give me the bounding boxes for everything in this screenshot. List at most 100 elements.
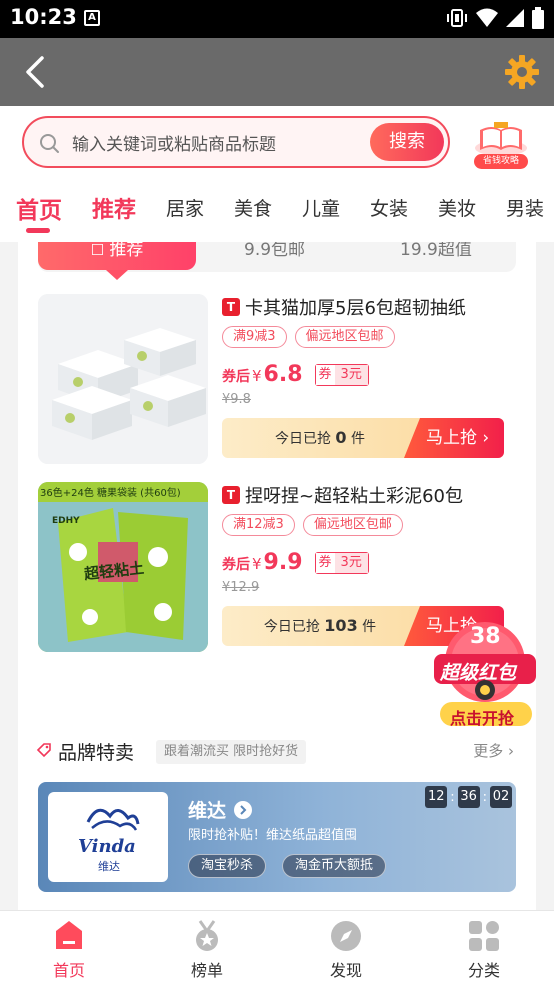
product-title[interactable]: T 卡其猫加厚5层6包超韧抽纸 [222,294,466,320]
brand-logo-text: Vinda [78,836,136,857]
tab-home-living[interactable]: 居家 [166,194,204,221]
medal-icon [196,920,218,951]
subtab-pointer [106,270,128,280]
image-badge: 36色+24色 糖果袋装 (共60包) [40,488,181,499]
shipping-tag: 偏远地区包邮 [294,326,395,348]
category-tabs: 首页 推荐 居家 美食 儿童 女装 美妆 男装 [0,178,554,242]
brand-description: 限时抢补贴！维达纸品超值囤 [188,828,358,843]
search-button[interactable]: 搜索 [370,123,444,161]
nav-home-label: 首页 [52,961,85,980]
original-price: ¥12.9 [222,580,260,595]
image-brand: EDHY [52,516,80,526]
product-card[interactable]: T 卡其猫加厚5层6包超韧抽纸 满9减3 偏远地区包邮 券后 ¥ 6.8 券 3… [38,294,516,464]
status-time: 10:23 [10,5,77,29]
price-prefix: 券后 [222,369,250,385]
red-packet-action: 点击开抢 [450,709,515,728]
nav-home[interactable]: 首页 [29,919,109,981]
coupon-badge: 券 3元 [314,363,369,386]
sold-count: 今日已抢 103 件 [222,606,418,646]
chip-taobao-flash[interactable]: 淘宝秒杀 [188,854,267,878]
sub-tabs: ☐ 推荐 9.9包邮 19.9超值 [38,242,516,280]
countdown-seconds: 02 [490,786,512,808]
product-image[interactable] [38,294,208,464]
subtab-recommend-label: 推荐 [109,242,144,260]
brand-logo-subtext: 维达 [98,860,120,873]
more-link[interactable]: 更多 › [473,740,514,761]
countdown-separator: : [482,789,487,805]
grid-icon [469,921,499,951]
product-title[interactable]: T 捏呀捏~超轻粘土彩泥60包 [222,482,463,508]
search-box[interactable]: 输入关键词或粘贴商品标题 搜索 [22,116,450,168]
promo-tag: 满12减3 [222,514,295,536]
product-image[interactable]: 36色+24色 糖果袋装 (共60包) EDHY 超轻粘土 [38,482,208,652]
coupon-key: 券 [315,364,335,385]
countdown-separator: : [450,789,455,805]
app-header [0,38,554,106]
sold-number: 0 [335,428,347,447]
savings-guide-label: 省钱攻略 [474,154,528,169]
tab-beauty[interactable]: 美妆 [438,194,476,221]
battery-icon [532,7,544,29]
brand-name[interactable]: 维达 [188,796,253,823]
chip-taojinbi[interactable]: 淘金币大额抵 [282,854,387,878]
back-button[interactable] [18,52,58,92]
content-scroll[interactable]: ☐ 推荐 9.9包邮 19.9超值 T 卡其猫加厚5层6包超韧抽纸 满9减3 偏… [0,242,554,910]
price: 6.8 [263,362,303,387]
coupon-value: 3元 [334,552,368,573]
price: 9.9 [263,550,303,575]
tab-recommend[interactable]: 推荐 [92,192,136,224]
tab-kids[interactable]: 儿童 [302,194,340,221]
countdown-hours: 12 [425,786,448,808]
sold-suffix: 件 [362,619,377,635]
coupon-value: 3元 [334,364,368,385]
nav-category[interactable]: 分类 [444,919,524,981]
savings-guide-button[interactable]: 省钱攻略 [470,118,532,170]
product-title-text: 卡其猫加厚5层6包超韧抽纸 [245,298,466,319]
super-red-packet[interactable]: 38 超级红包 点击开抢 [424,620,546,730]
tab-men[interactable]: 男装 [506,194,544,221]
product-title-text: 捏呀捏~超轻粘土彩泥60包 [245,486,463,507]
brand-name-text: 维达 [188,800,227,822]
tab-indicator [26,228,50,233]
promo-tag: 满9减3 [222,326,287,348]
nav-ranking[interactable]: 榜单 [167,919,247,981]
promo-tags: 满9减3 偏远地区包邮 [222,326,395,348]
red-packet-title: 超级红包 [440,662,517,684]
nav-category-label: 分类 [467,961,500,980]
sold-suffix: 件 [351,431,366,447]
buy-now-label: 马上抢 [426,428,477,448]
subtab-19-9[interactable]: 19.9超值 [400,242,472,278]
sold-prefix: 今日已抢 [263,619,320,635]
promo-tags: 满12减3 偏远地区包邮 [222,514,403,536]
chevron-circle-icon [234,800,253,819]
sold-prefix: 今日已抢 [274,431,331,447]
tab-home[interactable]: 首页 [16,191,62,225]
nav-discover[interactable]: 发现 [306,919,386,981]
wifi-icon [476,8,498,27]
coupon-badge: 券 3元 [314,551,369,574]
tab-women[interactable]: 女装 [370,194,408,221]
chevron-right-icon: › [482,428,490,448]
countdown-minutes: 36 [457,786,480,808]
red-packet-number: 38 [470,624,501,649]
search-icon [40,134,59,153]
subtab-recommend[interactable]: ☐ 推荐 [38,242,196,270]
buy-now-button[interactable]: 马上抢 › [404,418,504,458]
status-bar: 10:23 A [0,0,554,38]
brand-banner[interactable]: Vinda 维达 维达 限时抢补贴！维达纸品超值囤 淘宝秒杀 淘金币大额抵 12… [38,782,516,892]
chevron-left-icon [26,56,44,88]
brand-logo: Vinda 维达 [48,792,168,882]
notification-icon: A [84,10,100,26]
price-prefix: 券后 [222,557,250,573]
tab-food[interactable]: 美食 [234,194,272,221]
countdown-timer: 12 : 36 : 02 [425,786,512,808]
currency-symbol: ¥ [252,367,262,385]
nav-ranking-label: 榜单 [190,961,223,980]
search-input[interactable]: 输入关键词或粘贴商品标题 [72,130,276,155]
currency-symbol: ¥ [252,555,262,573]
brand-sale-card: 品牌特卖 跟着潮流买 限时抢好货 更多 › Vinda 维达 维达 限时抢补贴！… [18,720,536,910]
signal-icon [506,9,524,27]
subtab-9-9[interactable]: 9.9包邮 [244,242,305,278]
settings-button[interactable] [504,54,540,90]
nav-discover-label: 发现 [329,961,362,980]
